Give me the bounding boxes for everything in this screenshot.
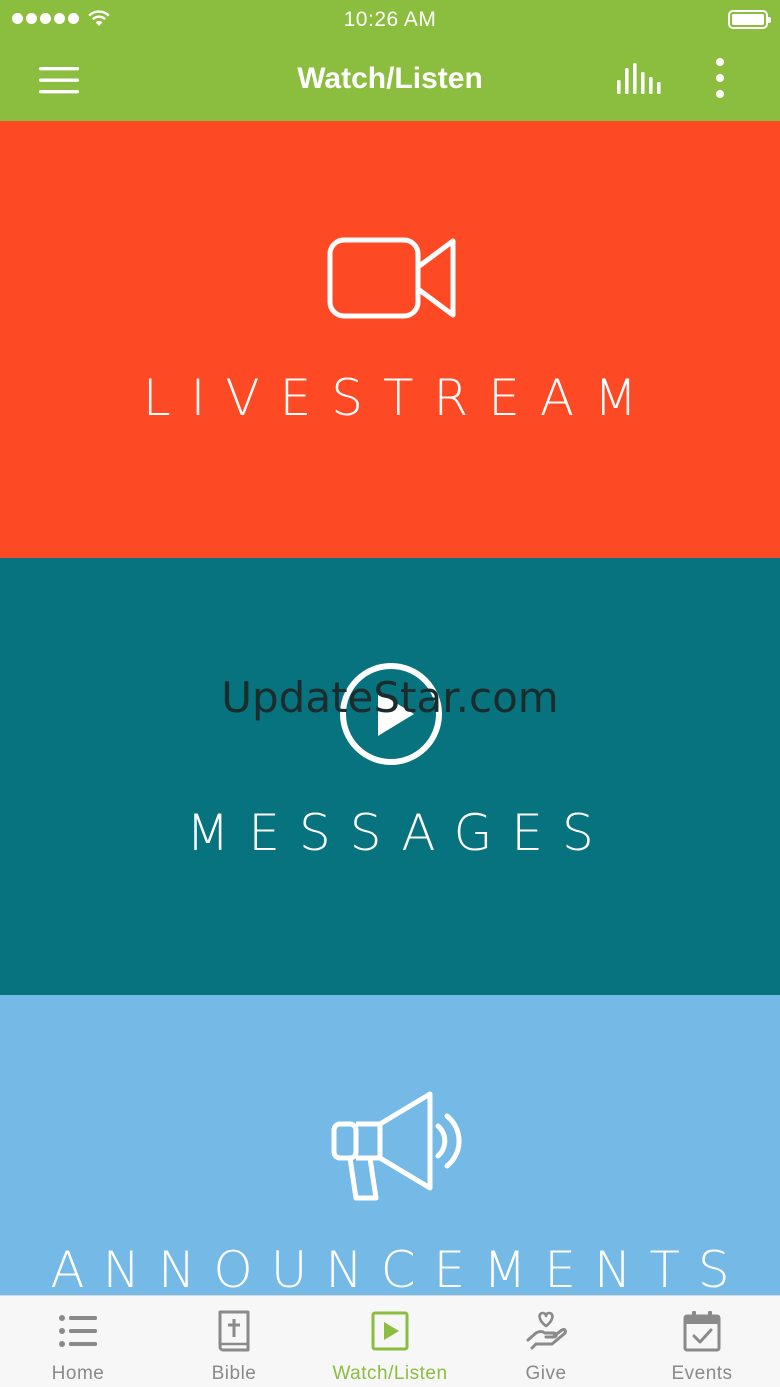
heart-hand-icon bbox=[526, 1311, 567, 1350]
tab-home[interactable]: Home bbox=[0, 1296, 156, 1387]
tab-home-label: Home bbox=[51, 1363, 105, 1384]
tab-watch-listen-label: Watch/Listen bbox=[332, 1363, 448, 1384]
messages-label: MESSAGES bbox=[186, 804, 613, 862]
messages-tile[interactable]: UpdateStar.com MESSAGES bbox=[0, 558, 780, 995]
tab-events[interactable]: Events bbox=[624, 1296, 780, 1387]
tab-bar: Home Bible Watch/Listen Give Events bbox=[0, 1295, 780, 1387]
video-camera-icon bbox=[327, 237, 456, 319]
play-circle-icon bbox=[340, 663, 442, 765]
status-bar: 10:26 AM bbox=[0, 0, 780, 40]
more-vertical-icon bbox=[716, 58, 724, 98]
list-icon bbox=[59, 1315, 97, 1347]
tab-bible[interactable]: Bible bbox=[156, 1296, 312, 1387]
battery-icon bbox=[728, 10, 771, 29]
menu-button[interactable] bbox=[34, 62, 84, 98]
tab-events-label: Events bbox=[671, 1363, 733, 1384]
calendar-check-icon bbox=[683, 1311, 721, 1352]
hamburger-menu-icon bbox=[39, 67, 79, 94]
tab-bible-label: Bible bbox=[211, 1363, 257, 1384]
play-square-icon bbox=[371, 1311, 409, 1351]
app-screen: 10:26 AM Watch/Listen LIVESTREAM UpdateS… bbox=[0, 0, 780, 1387]
audio-bars-icon bbox=[617, 63, 661, 94]
top-bar: 10:26 AM Watch/Listen bbox=[0, 0, 780, 121]
tab-give-label: Give bbox=[525, 1363, 567, 1384]
bible-icon bbox=[218, 1310, 250, 1352]
tab-watch-listen[interactable]: Watch/Listen bbox=[312, 1296, 468, 1387]
audio-player-button[interactable] bbox=[612, 60, 664, 100]
announcements-label: ANNOUNCEMENTS bbox=[50, 1241, 748, 1295]
megaphone-icon bbox=[331, 1091, 462, 1201]
more-options-button[interactable] bbox=[704, 56, 736, 104]
tab-give[interactable]: Give bbox=[468, 1296, 624, 1387]
status-time: 10:26 AM bbox=[343, 8, 437, 31]
announcements-tile[interactable]: ANNOUNCEMENTS bbox=[0, 995, 780, 1295]
livestream-tile[interactable]: LIVESTREAM bbox=[0, 121, 780, 558]
livestream-label: LIVESTREAM bbox=[142, 369, 658, 427]
nav-bar: Watch/Listen bbox=[0, 40, 780, 121]
